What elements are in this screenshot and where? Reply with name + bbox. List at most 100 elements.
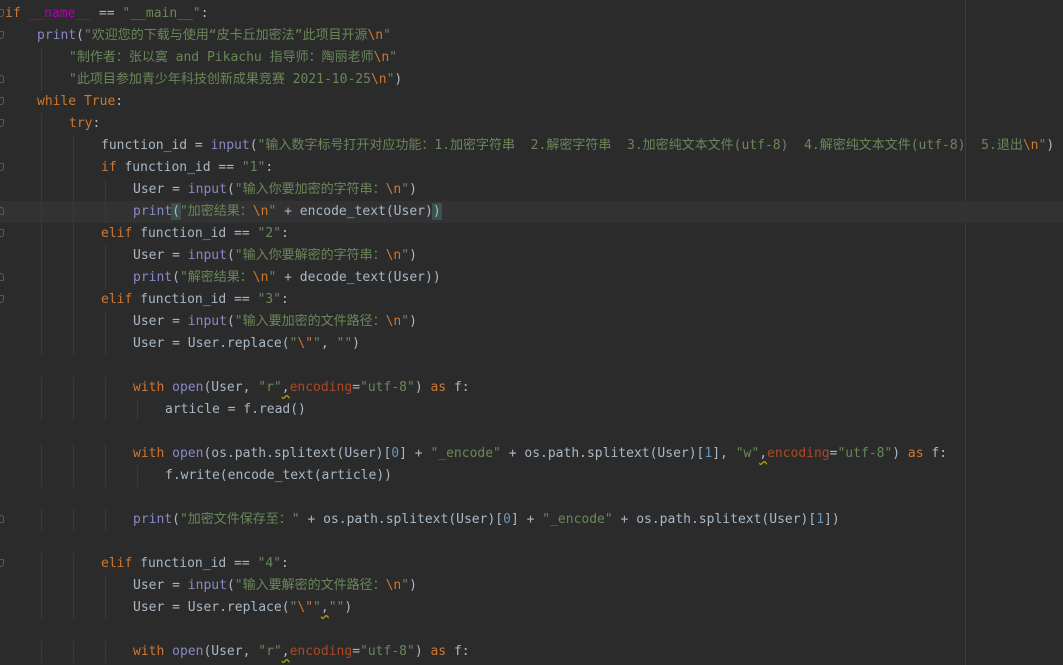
code-line[interactable] (0, 355, 1063, 377)
code-line[interactable]: elif function_id == "2": (0, 223, 1063, 245)
code-text: User = input("输入要加密的文件路径：\n") (133, 311, 417, 333)
code-line[interactable]: article = f.read() (0, 399, 1063, 421)
code-token: ) (409, 248, 417, 263)
code-line[interactable]: while True: (0, 91, 1063, 113)
code-token: \n (1022, 138, 1039, 153)
code-token: "" (336, 336, 353, 351)
indent-guide (73, 443, 74, 465)
code-line[interactable]: with open(User, "r",encoding="utf-8") as… (0, 377, 1063, 399)
code-line[interactable]: if function_id == "1": (0, 157, 1063, 179)
code-text: function_id = input("输入数字标号打开对应功能：1.加密字符… (101, 135, 1054, 157)
code-line[interactable]: "此项目参加青少年科技创新成果竞赛 2021-10-25\n") (0, 69, 1063, 91)
code-line[interactable]: User = User.replace("\"","") (0, 597, 1063, 619)
fold-start-icon[interactable] (0, 119, 4, 127)
fold-start-icon[interactable] (0, 295, 4, 303)
indent-guide (105, 575, 106, 597)
fold-end-icon[interactable] (0, 207, 4, 215)
code-token: input (187, 578, 227, 593)
code-line[interactable]: elif function_id == "3": (0, 289, 1063, 311)
code-line[interactable]: with open(os.path.splitext(User)[0] + "_… (0, 443, 1063, 465)
code-token: + os.path.splitext(User)[ (299, 512, 504, 527)
indent-guide (41, 553, 42, 575)
code-line[interactable]: print("欢迎您的下载与使用“皮卡丘加密法”此项目开源\n" (0, 25, 1063, 47)
code-line[interactable]: print("加密结果：\n" + encode_text(User)) (0, 201, 1063, 223)
code-line[interactable]: User = input("输入要解密的文件路径：\n") (0, 575, 1063, 597)
indent-guide (73, 245, 74, 267)
code-token: ( (172, 270, 180, 285)
code-line[interactable]: with open(User, "r",encoding="utf-8") as… (0, 641, 1063, 663)
code-text: with open(User, "r",encoding="utf-8") as… (133, 641, 470, 663)
indent-guide (41, 267, 42, 289)
code-token: (os.path.splitext(User)[ (203, 446, 392, 461)
code-token: function_id = (101, 138, 211, 153)
code-line[interactable]: print("加密文件保存至：" + os.path.splitext(User… (0, 509, 1063, 531)
fold-start-icon[interactable] (0, 559, 4, 567)
indent-guide (73, 399, 74, 421)
code-token: \n (367, 28, 384, 43)
code-token: , (320, 336, 337, 351)
code-token: function_id == (140, 556, 258, 571)
code-line[interactable]: elif function_id == "4": (0, 553, 1063, 575)
code-token: as (430, 644, 454, 659)
code-editor[interactable]: if __name__ == "__main__": print("欢迎您的下载与… (0, 0, 1063, 665)
code-line[interactable] (0, 531, 1063, 553)
code-line[interactable]: User = input("输入要加密的文件路径：\n") (0, 311, 1063, 333)
code-token: "utf-8" (360, 380, 415, 395)
code-token: "r" (258, 380, 282, 395)
code-line[interactable]: "制作者：张以寞 and Pikachu 指导师：陶丽老师\n" (0, 47, 1063, 69)
code-line[interactable]: if __name__ == "__main__": (0, 3, 1063, 25)
code-token: "utf-8" (360, 644, 415, 659)
code-token: : (265, 160, 274, 175)
code-token: function_id == (140, 292, 258, 307)
fold-start-icon[interactable] (0, 163, 4, 171)
indent-guide (73, 201, 74, 223)
indent-guide (41, 399, 42, 421)
fold-start-icon[interactable] (0, 31, 4, 39)
code-line[interactable]: User = input("输入你要解密的字符串：\n") (0, 245, 1063, 267)
code-token: " (401, 578, 410, 593)
indent-guide (41, 443, 42, 465)
code-token: ( (249, 138, 258, 153)
fold-start-icon[interactable] (0, 9, 4, 17)
code-text: with open(User, "r",encoding="utf-8") as… (133, 377, 470, 399)
code-text: User = input("输入你要解密的字符串：\n") (133, 245, 417, 267)
code-token: "_encode" (430, 446, 501, 461)
code-line[interactable] (0, 487, 1063, 509)
code-line[interactable]: User = input("输入你要加密的字符串：\n") (0, 179, 1063, 201)
code-token: "解密结果： (179, 270, 253, 285)
code-line[interactable]: f.write(encode_text(article)) (0, 465, 1063, 487)
code-token: "欢迎您的下载与使用“皮卡丘加密法”此项目开源 (83, 28, 368, 43)
code-line[interactable]: try: (0, 113, 1063, 135)
code-token: \n (385, 578, 402, 593)
indent-guide (73, 509, 74, 531)
code-token: ]) (824, 512, 840, 527)
code-line[interactable]: function_id = input("输入数字标号打开对应功能：1.加密字符… (0, 135, 1063, 157)
code-token: \n (252, 204, 269, 219)
code-token: + os.path.splitext(User)[ (612, 512, 817, 527)
code-token: = (352, 644, 361, 659)
fold-start-icon[interactable] (0, 229, 4, 237)
fold-end-icon[interactable] (0, 515, 4, 523)
code-line[interactable] (0, 421, 1063, 443)
code-token: as (430, 380, 454, 395)
code-token: : (200, 6, 209, 21)
code-text: try: (69, 113, 100, 135)
fold-end-icon[interactable] (0, 273, 4, 281)
code-token: ] + (510, 512, 543, 527)
code-token: ) (409, 314, 417, 329)
indent-guide (105, 267, 106, 289)
fold-end-icon[interactable] (0, 75, 4, 83)
code-token: ], (712, 446, 736, 461)
code-token: "w" (735, 446, 760, 461)
code-token: User = (133, 248, 188, 263)
code-line[interactable]: print("解密结果：\n" + decode_text(User)) (0, 267, 1063, 289)
indent-guide (73, 289, 74, 311)
code-token: "输入要加密的文件路径： (234, 314, 386, 329)
code-line[interactable]: User = User.replace("\"", "") (0, 333, 1063, 355)
code-token: "输入你要解密的字符串： (234, 248, 386, 263)
indent-guide (105, 333, 106, 355)
code-token: \" (297, 600, 314, 615)
code-line[interactable] (0, 619, 1063, 641)
indent-guide (73, 377, 74, 399)
fold-start-icon[interactable] (0, 97, 4, 105)
